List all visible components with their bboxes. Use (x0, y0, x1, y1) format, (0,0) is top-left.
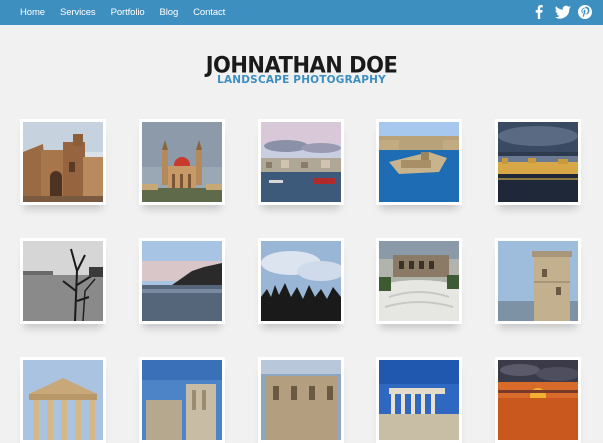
waterfront-sunset-photo (498, 122, 578, 202)
gallery-thumb[interactable] (258, 119, 344, 205)
harbour-town-photo (261, 122, 341, 202)
gallery-thumb[interactable] (258, 357, 344, 443)
gallery-thumb[interactable] (20, 119, 106, 205)
gallery-thumb[interactable] (376, 357, 462, 443)
gallery-thumb[interactable] (139, 238, 225, 324)
fortified-harbour-photo (379, 122, 459, 202)
gallery-thumb[interactable] (495, 119, 581, 205)
gallery-thumb[interactable] (376, 119, 462, 205)
gallery-thumb[interactable] (495, 238, 581, 324)
bare-tree-lake-photo (23, 241, 103, 321)
theatre-ruins-photo (379, 241, 459, 321)
gallery-thumb[interactable] (20, 357, 106, 443)
ruins-blue-sky-photo (142, 360, 222, 440)
sea-sunset-photo (498, 360, 578, 440)
gallery-thumb[interactable] (20, 238, 106, 324)
lake-dusk-photo (142, 241, 222, 321)
gallery-thumb[interactable] (258, 238, 344, 324)
gallery-thumb[interactable] (139, 357, 225, 443)
domed-church-photo (142, 122, 222, 202)
ancient-wall-photo (261, 360, 341, 440)
forest-clouds-photo (261, 241, 341, 321)
gallery-thumb[interactable] (139, 119, 225, 205)
erechtheion-photo (379, 360, 459, 440)
church-facade-photo (23, 122, 103, 202)
gallery-thumb[interactable] (376, 238, 462, 324)
parthenon-columns-photo (23, 360, 103, 440)
photo-gallery (0, 0, 603, 443)
stone-tower-photo (498, 241, 578, 321)
gallery-thumb[interactable] (495, 357, 581, 443)
